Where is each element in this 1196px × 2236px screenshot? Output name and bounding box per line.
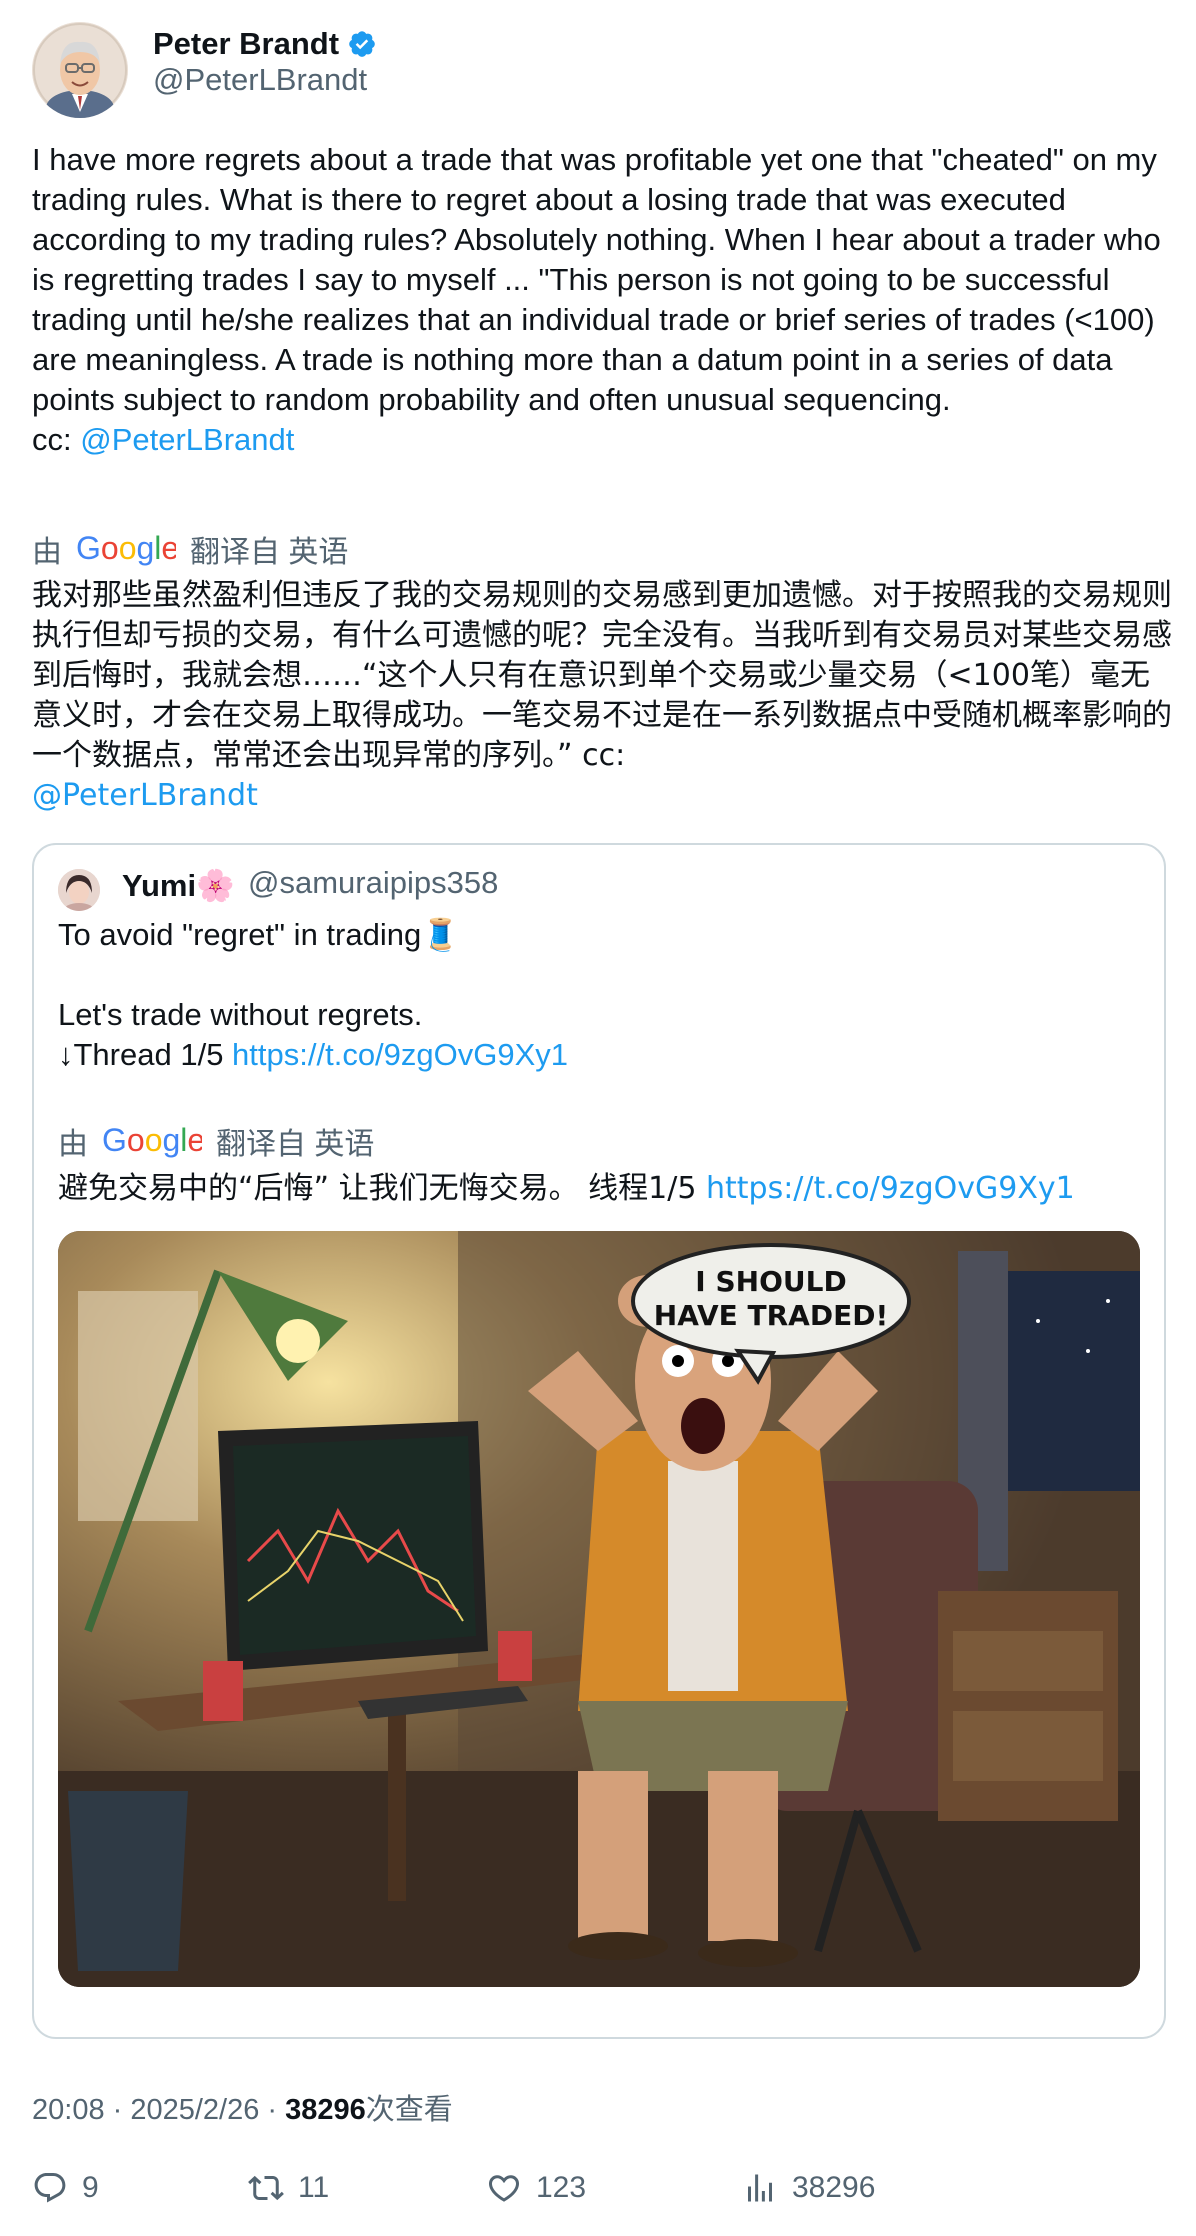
cc-prefix: cc:	[32, 422, 81, 457]
views-action-count: 38296	[792, 2171, 876, 2204]
repost-icon	[248, 2175, 284, 2201]
author-name[interactable]: Peter Brandt	[153, 26, 339, 62]
translation-mention-link[interactable]: @PeterLBrandt	[32, 778, 258, 813]
translated-by-label: 由	[32, 536, 62, 569]
quoted-translated-from-label[interactable]: 翻译自 英语	[216, 1119, 374, 1163]
views-button[interactable]: 38296	[742, 2170, 875, 2206]
quoted-tweet-text: To avoid "regret" in trading🧵 Let's trad…	[58, 915, 1138, 1075]
quoted-line-2: Let's trade without regrets.	[58, 997, 423, 1032]
speech-text-line-2: HAVE TRADED!	[654, 1299, 888, 1332]
quoted-line-1: To avoid "regret" in trading🧵	[58, 917, 460, 952]
translated-from-label[interactable]: 翻译自 英语	[190, 527, 348, 571]
analytics-icon	[748, 2174, 772, 2202]
heart-icon	[488, 2175, 520, 2202]
reply-icon	[34, 2173, 66, 2203]
quoted-author-avatar[interactable]	[58, 869, 100, 911]
quoted-translation-content: 避免交易中的“后悔” 让我们无悔交易。 线程1/5	[58, 1171, 706, 1206]
author-avatar[interactable]	[32, 22, 128, 118]
google-logo-icon: Google	[76, 531, 176, 566]
quoted-author-name[interactable]: Yumi🌸	[122, 867, 235, 904]
cc-mention-link[interactable]: @PeterLBrandt	[80, 422, 294, 457]
like-button[interactable]: 123	[486, 2170, 586, 2206]
quoted-line-3-prefix: ↓Thread 1/5	[58, 1037, 233, 1072]
reply-button[interactable]: 9	[32, 2170, 99, 2206]
svg-text:Google: Google	[76, 531, 176, 566]
translation-attribution: 由 Google 翻译自 英语	[32, 527, 348, 571]
tweet-timestamp[interactable]: 20:08 · 2025/2/26 ·	[32, 2094, 285, 2126]
views-label: 次查看	[365, 2094, 453, 2126]
author-name-row[interactable]: Peter Brandt	[153, 22, 377, 66]
tweet-text-content: I have more regrets about a trade that w…	[32, 142, 1170, 417]
translation-text-content: 我对那些虽然盈利但违反了我的交易规则的交易感到更加遗憾。对于按照我的交易规则执行…	[32, 578, 1172, 773]
repost-button[interactable]: 11	[248, 2170, 329, 2206]
quoted-translated-by-label: 由	[58, 1128, 88, 1161]
quoted-translation-text: 避免交易中的“后悔” 让我们无悔交易。 线程1/5 https://t.co/9…	[58, 1169, 1148, 1209]
tweet-header: Peter Brandt @PeterLBrandt	[32, 22, 1162, 122]
like-count: 123	[536, 2171, 587, 2204]
views-count: 38296	[285, 2094, 366, 2126]
quoted-translation-link[interactable]: https://t.co/9zgOvG9Xy1	[706, 1171, 1075, 1206]
tweet-meta: 20:08 · 2025/2/26 · 38296次查看	[32, 2086, 453, 2128]
action-bar: 9 11 123 38296	[32, 2170, 1162, 2220]
svg-text:Google: Google	[102, 1123, 202, 1158]
tweet-text: I have more regrets about a trade that w…	[32, 140, 1172, 460]
quoted-author-handle[interactable]: @samuraipips358	[248, 865, 498, 901]
quoted-translation-attribution: 由 Google 翻译自 英语	[58, 1119, 374, 1163]
speech-text-line-1: I SHOULD	[695, 1265, 846, 1298]
google-logo-icon: Google	[102, 1123, 202, 1158]
author-handle[interactable]: @PeterLBrandt	[153, 62, 367, 98]
verified-badge-icon	[349, 31, 375, 57]
quoted-thread-link[interactable]: https://t.co/9zgOvG9Xy1	[232, 1037, 568, 1072]
repost-count: 11	[298, 2171, 330, 2204]
translation-text: 我对那些虽然盈利但违反了我的交易规则的交易感到更加遗憾。对于按照我的交易规则执行…	[32, 576, 1172, 816]
reply-count: 9	[82, 2171, 99, 2204]
quoted-media-image[interactable]: I SHOULD HAVE TRADED!	[58, 1231, 1140, 1987]
quoted-tweet-card[interactable]: Yumi🌸 @samuraipips358 To avoid "regret" …	[32, 843, 1166, 2039]
